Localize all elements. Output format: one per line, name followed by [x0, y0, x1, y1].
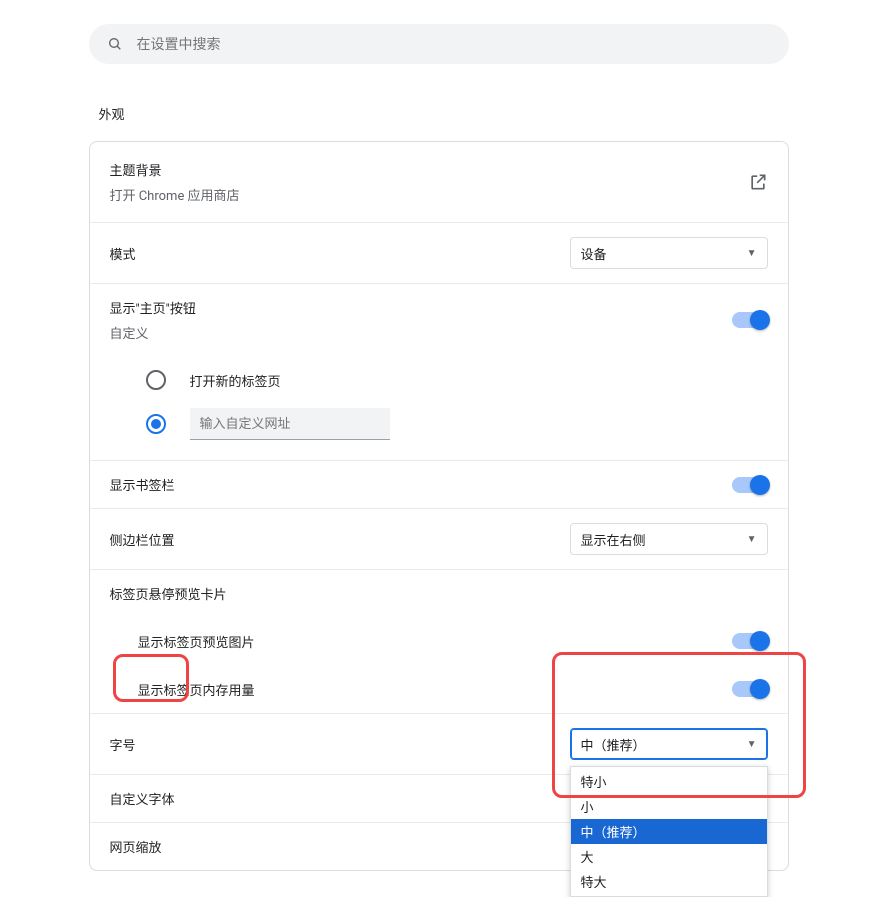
- custom-fonts-label: 自定义字体: [110, 789, 175, 808]
- bookmark-bar-toggle[interactable]: [732, 477, 768, 493]
- font-size-select[interactable]: 中（推荐） ▼: [570, 728, 768, 760]
- font-size-option[interactable]: 中（推荐）: [571, 819, 767, 844]
- hover-cards-memory-label: 显示标签页内存用量: [138, 680, 255, 699]
- chevron-down-icon: ▼: [747, 248, 757, 259]
- mode-select[interactable]: 设备 ▼: [570, 237, 768, 269]
- chevron-down-icon: ▼: [747, 534, 757, 545]
- home-button-radio-group: 打开新的标签页: [90, 356, 788, 460]
- sidebar-position-select[interactable]: 显示在右侧 ▼: [570, 523, 768, 555]
- font-size-option[interactable]: 小: [571, 794, 767, 819]
- hover-cards-images-toggle[interactable]: [732, 633, 768, 649]
- page-zoom-label: 网页缩放: [110, 837, 162, 856]
- theme-sub: 打开 Chrome 应用商店: [110, 185, 240, 204]
- radio-new-tab[interactable]: [146, 370, 166, 390]
- mode-label: 模式: [110, 244, 136, 263]
- font-size-label: 字号: [110, 735, 136, 754]
- hover-cards-images-row: 显示标签页预览图片: [90, 617, 788, 665]
- sidebar-position-label: 侧边栏位置: [110, 530, 175, 549]
- appearance-card: 主题背景 打开 Chrome 应用商店 模式 设备 ▼ 显示"主页"按钮 自定义: [89, 141, 789, 871]
- radio-new-tab-label: 打开新的标签页: [190, 371, 281, 390]
- font-size-option[interactable]: 大: [571, 844, 767, 869]
- hover-cards-memory-row: 显示标签页内存用量: [90, 665, 788, 713]
- search-bar[interactable]: [89, 24, 789, 64]
- sidebar-position-row: 侧边栏位置 显示在右侧 ▼: [90, 508, 788, 569]
- home-button-toggle[interactable]: [732, 312, 768, 328]
- mode-row: 模式 设备 ▼: [90, 222, 788, 283]
- bookmark-bar-label: 显示书签栏: [110, 475, 175, 494]
- theme-row[interactable]: 主题背景 打开 Chrome 应用商店: [90, 142, 788, 222]
- hover-cards-images-label: 显示标签页预览图片: [138, 632, 255, 651]
- font-size-option[interactable]: 特大: [571, 869, 767, 894]
- chevron-down-icon: ▼: [747, 739, 757, 750]
- hover-cards-row: 标签页悬停预览卡片: [90, 569, 788, 617]
- font-size-dropdown[interactable]: 特小小中（推荐）大特大: [570, 766, 768, 897]
- sidebar-position-value: 显示在右侧: [581, 530, 646, 549]
- custom-url-input[interactable]: [190, 408, 390, 440]
- home-button-title: 显示"主页"按钮: [110, 298, 196, 317]
- hover-cards-title: 标签页悬停预览卡片: [110, 584, 227, 603]
- search-icon: [107, 36, 123, 52]
- open-external-icon: [748, 172, 768, 192]
- theme-title: 主题背景: [110, 160, 240, 179]
- home-button-sub: 自定义: [110, 323, 196, 342]
- bookmark-bar-row: 显示书签栏: [90, 460, 788, 508]
- font-size-select-value: 中（推荐）: [581, 735, 646, 754]
- font-size-option[interactable]: 特小: [571, 769, 767, 794]
- hover-cards-memory-toggle[interactable]: [732, 681, 768, 697]
- search-input[interactable]: [137, 36, 771, 52]
- section-title: 外观: [99, 104, 789, 123]
- radio-custom-url[interactable]: [146, 414, 166, 434]
- font-size-row: 字号 中（推荐） ▼ 特小小中（推荐）大特大: [90, 713, 788, 774]
- home-button-row: 显示"主页"按钮 自定义: [90, 283, 788, 356]
- mode-select-value: 设备: [581, 244, 607, 263]
